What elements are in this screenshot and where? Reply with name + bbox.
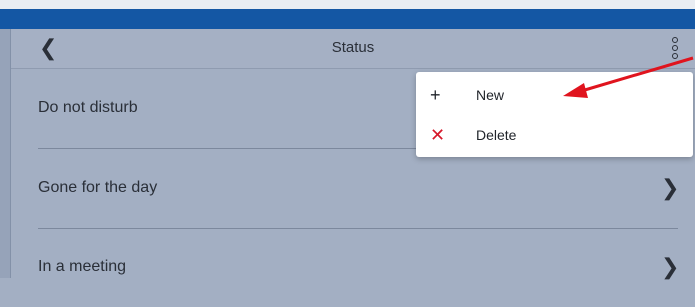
annotation-arrow — [563, 56, 694, 98]
annotation-arrow-line — [577, 56, 694, 94]
annotation-arrow-head — [563, 83, 588, 98]
